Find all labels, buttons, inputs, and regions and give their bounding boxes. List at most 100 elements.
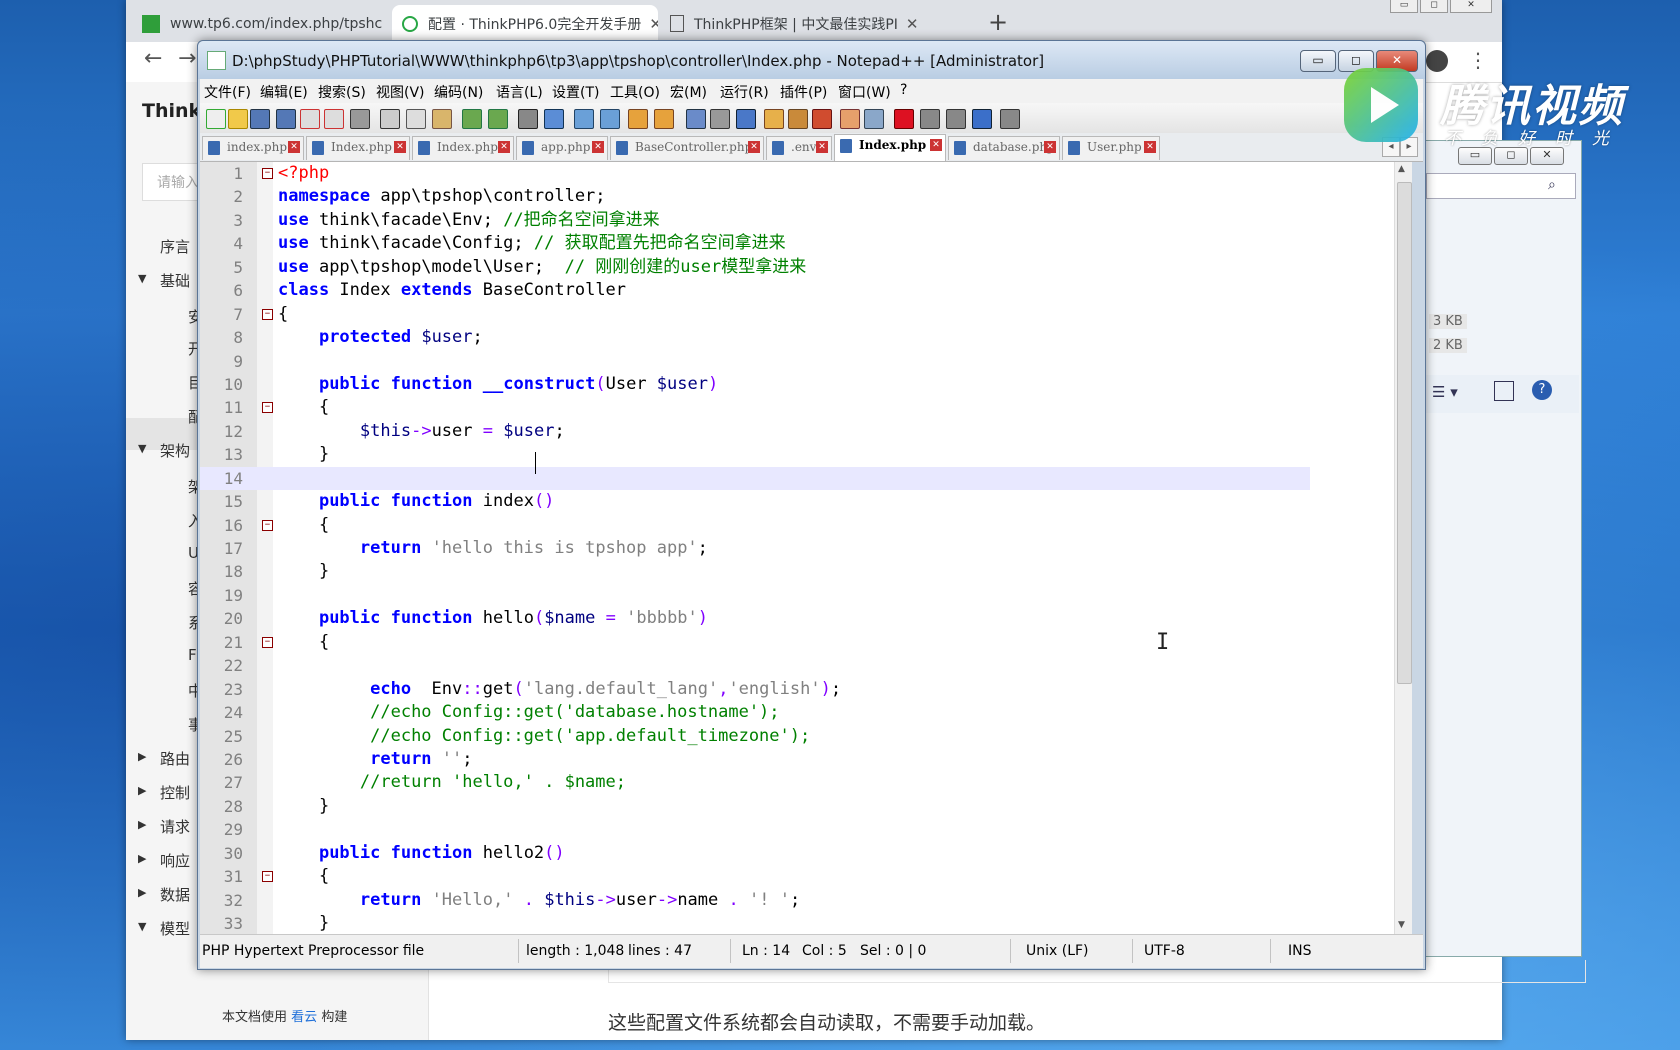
browser-tab-1[interactable]: www.tp6.com/index.php/tpshc ✕ bbox=[132, 5, 392, 42]
explorer-close-button[interactable]: ✕ bbox=[1530, 147, 1564, 165]
code-line[interactable]: 27 //return 'hello,' . $name; bbox=[200, 771, 1310, 794]
back-arrow-icon[interactable]: ← bbox=[144, 46, 162, 71]
sync-v-icon[interactable] bbox=[628, 109, 648, 129]
help-icon[interactable]: ? bbox=[1532, 380, 1552, 400]
paste-icon[interactable] bbox=[432, 109, 452, 129]
menu-item[interactable]: 文件(F) bbox=[204, 82, 251, 102]
code-line[interactable]: 4 use think\facade\Config; // 获取配置先把命名空间拿… bbox=[200, 232, 1310, 255]
footer-link[interactable]: 看云 bbox=[291, 1010, 317, 1025]
search-icon[interactable]: ⌕ bbox=[1548, 177, 1556, 193]
indent-guide-icon[interactable] bbox=[736, 109, 756, 129]
scrollbar-thumb[interactable] bbox=[1397, 182, 1412, 684]
minimize-button[interactable]: ▭ bbox=[1390, 0, 1418, 13]
fold-toggle-icon[interactable]: − bbox=[262, 871, 273, 883]
udl-icon[interactable] bbox=[764, 109, 784, 129]
code-line[interactable]: 26 return ''; bbox=[200, 748, 1310, 771]
stop-record-icon[interactable] bbox=[920, 109, 940, 129]
code-line[interactable]: 17 return 'hello this is tpshop app'; bbox=[200, 537, 1310, 560]
collapsed-caret-icon[interactable]: ▶ bbox=[138, 886, 146, 899]
view-options-icon[interactable]: ☰ ▾ bbox=[1432, 383, 1458, 401]
close-tab-icon[interactable]: ✕ bbox=[1044, 141, 1056, 153]
zoom-in-icon[interactable] bbox=[574, 109, 594, 129]
maximize-button[interactable]: ◻ bbox=[1420, 0, 1448, 13]
code-line[interactable]: 9 bbox=[200, 350, 1310, 373]
code-line[interactable]: 3 use think\facade\Env; //把命名空间拿进来 bbox=[200, 209, 1310, 232]
preview-pane-icon[interactable] bbox=[1494, 381, 1514, 401]
code-line[interactable]: 12 $this->user = $user; bbox=[200, 420, 1310, 443]
document-tab[interactable]: Index.php ✕ bbox=[306, 136, 410, 160]
close-tab-icon[interactable]: ✕ bbox=[382, 15, 392, 33]
expanded-caret-icon[interactable]: ▼ bbox=[138, 272, 146, 285]
code-line[interactable]: 7 −{ bbox=[200, 303, 1310, 326]
show-all-chars-icon[interactable] bbox=[710, 109, 730, 129]
code-line[interactable]: 8 protected $user; bbox=[200, 326, 1310, 349]
menu-item[interactable]: 设置(T) bbox=[552, 82, 599, 102]
close-tab-icon[interactable]: ✕ bbox=[394, 141, 406, 153]
code-line[interactable]: 31 − { bbox=[200, 865, 1310, 888]
fold-toggle-icon[interactable]: − bbox=[262, 636, 273, 648]
collapsed-caret-icon[interactable]: ▶ bbox=[138, 852, 146, 865]
menu-item[interactable]: 运行(R) bbox=[720, 82, 769, 102]
npp-minimize-button[interactable]: ▭ bbox=[1300, 50, 1336, 72]
close-tab-icon[interactable]: ✕ bbox=[748, 141, 760, 153]
close-all-icon[interactable] bbox=[324, 109, 344, 129]
play-macro-icon[interactable] bbox=[946, 109, 966, 129]
fold-toggle-icon[interactable]: − bbox=[262, 519, 273, 531]
menu-item[interactable]: 视图(V) bbox=[376, 82, 425, 102]
scroll-down-icon[interactable]: ▼ bbox=[1398, 920, 1405, 930]
find-icon[interactable] bbox=[518, 109, 538, 129]
word-wrap-icon[interactable] bbox=[686, 109, 706, 129]
code-line[interactable]: 22 bbox=[200, 654, 1310, 677]
menu-item[interactable]: 宏(M) bbox=[670, 82, 707, 102]
redo-icon[interactable] bbox=[488, 109, 508, 129]
document-tab[interactable]: Index.php ✕ bbox=[412, 136, 514, 160]
menu-item[interactable]: 编码(N) bbox=[434, 82, 483, 102]
vertical-scrollbar[interactable]: ▲ ▼ bbox=[1394, 162, 1412, 934]
code-line[interactable]: 20 public function hello($name = 'bbbbb'… bbox=[200, 607, 1310, 630]
close-tab-icon[interactable]: ✕ bbox=[1144, 141, 1156, 153]
code-line[interactable]: 33 } bbox=[200, 912, 1310, 934]
close-tab-icon[interactable]: ✕ bbox=[592, 141, 604, 153]
code-line[interactable]: 25 //echo Config::get('app.default_timez… bbox=[200, 725, 1310, 748]
document-tab[interactable]: .env ✕ bbox=[766, 136, 832, 160]
record-macro-icon[interactable] bbox=[894, 109, 914, 129]
menu-item[interactable]: 编辑(E) bbox=[260, 82, 308, 102]
undo-icon[interactable] bbox=[462, 109, 482, 129]
save-macro-icon[interactable] bbox=[1000, 109, 1020, 129]
fold-toggle-icon[interactable]: − bbox=[262, 402, 273, 414]
code-line[interactable]: 14 bbox=[200, 466, 1310, 491]
fold-toggle-icon[interactable]: − bbox=[262, 168, 273, 179]
print-icon[interactable] bbox=[350, 109, 370, 129]
sidebar-nav-item[interactable]: ▶ 请求 bbox=[138, 816, 190, 837]
sidebar-nav-item[interactable]: F bbox=[188, 646, 197, 664]
code-line[interactable]: 13 } bbox=[200, 443, 1310, 466]
collapsed-caret-icon[interactable]: ▶ bbox=[138, 784, 146, 797]
menu-item[interactable]: 插件(P) bbox=[780, 82, 827, 102]
close-tab-icon[interactable]: ✕ bbox=[898, 15, 919, 33]
new-file-icon[interactable] bbox=[206, 109, 226, 129]
cut-icon[interactable] bbox=[380, 109, 400, 129]
explorer-maximize-button[interactable]: ◻ bbox=[1494, 147, 1528, 165]
browser-tab-3[interactable]: ThinkPHP框架 | 中文最佳实践PI ✕ bbox=[660, 5, 922, 42]
collapsed-caret-icon[interactable]: ▶ bbox=[138, 818, 146, 831]
code-line[interactable]: 1 − <?php bbox=[200, 162, 1310, 185]
close-window-button[interactable]: ✕ bbox=[1450, 0, 1492, 13]
code-line[interactable]: 19 bbox=[200, 584, 1310, 607]
code-line[interactable]: 30 public function hello2() bbox=[200, 842, 1310, 865]
code-line[interactable]: 24 //echo Config::get('database.hostname… bbox=[200, 701, 1310, 724]
forward-arrow-icon[interactable]: → bbox=[178, 46, 196, 71]
code-editor[interactable]: 1− <?php 2 namespace app\tpshop\controller;… bbox=[200, 162, 1310, 934]
code-line[interactable]: 29 bbox=[200, 818, 1310, 841]
sidebar-nav-item[interactable]: ▶ 响应 bbox=[138, 850, 190, 871]
close-file-icon[interactable] bbox=[300, 109, 320, 129]
collapsed-caret-icon[interactable]: ▶ bbox=[138, 750, 146, 763]
menu-item[interactable]: 窗口(W) bbox=[838, 82, 891, 102]
close-tab-icon[interactable]: ✕ bbox=[288, 141, 300, 153]
sidebar-nav-item[interactable]: 序言 bbox=[160, 236, 190, 257]
menu-item[interactable]: 语言(L) bbox=[496, 82, 543, 102]
code-line[interactable]: 18 } bbox=[200, 560, 1310, 583]
close-tab-icon[interactable]: ✕ bbox=[930, 139, 942, 151]
sidebar-nav-item[interactable]: ▶ 数据 bbox=[138, 884, 190, 905]
close-tab-icon[interactable]: ✕ bbox=[498, 141, 510, 153]
code-line[interactable]: 11 − { bbox=[200, 396, 1310, 419]
